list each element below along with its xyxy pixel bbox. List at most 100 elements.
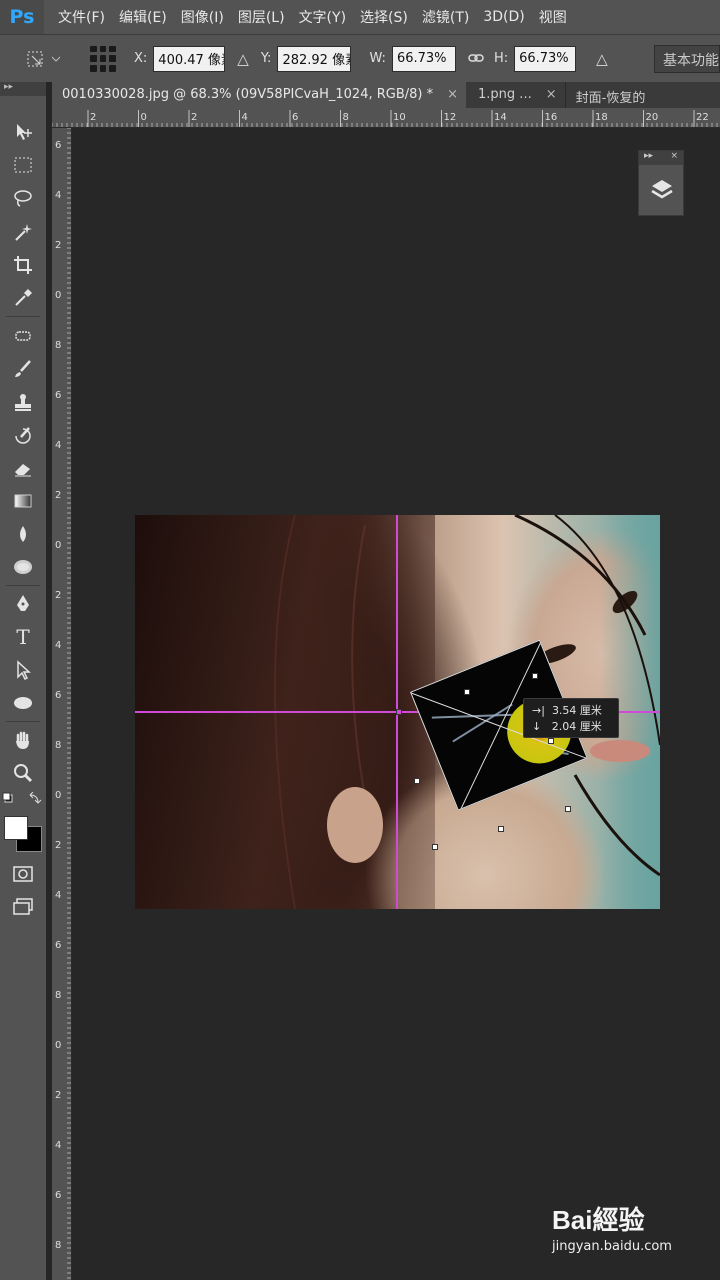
tools-panel-collapse[interactable]: ▸▸ — [0, 82, 46, 96]
ruler-label: 4 — [242, 112, 248, 123]
ruler-label: 10 — [393, 112, 406, 123]
watermark-logo: Bai經验 — [552, 1205, 645, 1235]
eyedropper-tool-icon[interactable] — [8, 284, 38, 312]
width-field[interactable]: 66.73% — [391, 45, 456, 72]
offset-y-icon: ↓ — [532, 720, 542, 733]
ruler-label: 2 — [55, 590, 61, 601]
ruler-label: 2 — [55, 490, 61, 501]
ruler-label: 8 — [55, 340, 61, 351]
link-icon[interactable] — [468, 50, 484, 68]
relative-position-icon[interactable]: △ — [237, 50, 249, 68]
screen-mode-icon[interactable] — [8, 893, 38, 921]
marquee-tool-icon[interactable] — [8, 151, 38, 179]
transform-handle[interactable] — [498, 826, 504, 832]
offset-x-value: 3.54 厘米 — [551, 704, 602, 717]
panel-expand-icon[interactable]: ▸▸ — [644, 151, 653, 165]
ruler-label: 6 — [55, 690, 61, 701]
ruler-label: 8 — [55, 740, 61, 751]
y-label: Y: — [260, 51, 272, 66]
magic-wand-tool-icon[interactable] — [8, 218, 38, 246]
tab-document-active[interactable]: 0010330028.jpg @ 68.3% (09V58PICvaH_1024… — [52, 82, 467, 108]
ruler-label: 12 — [444, 112, 457, 123]
move-tool-icon[interactable] — [8, 118, 38, 146]
offset-y-value: 2.04 厘米 — [551, 720, 602, 733]
menu-layer[interactable]: 图层(L) — [224, 7, 285, 27]
tool-preset-picker[interactable] — [22, 44, 72, 74]
ruler-ticks: 642086420246802468024680 — [55, 128, 71, 1279]
ruler-label: 4 — [55, 890, 61, 901]
ruler-label: 6 — [55, 940, 61, 951]
ruler-label: 4 — [55, 440, 61, 451]
ruler-label: 0 — [55, 790, 61, 801]
type-tool-icon[interactable]: T — [8, 623, 38, 651]
transform-handle[interactable] — [432, 844, 438, 850]
path-selection-tool-icon[interactable] — [8, 656, 38, 684]
lasso-tool-icon[interactable] — [8, 184, 38, 212]
transform-handle[interactable] — [565, 806, 571, 812]
vertical-ruler[interactable]: 642086420246802468024680 — [52, 128, 72, 1280]
lightning-bolt — [452, 703, 513, 743]
menu-select[interactable]: 选择(S) — [346, 7, 408, 27]
zoom-tool-icon[interactable] — [8, 759, 38, 787]
clone-stamp-tool-icon[interactable] — [8, 388, 38, 416]
tab-label: 1.png ... — [478, 87, 532, 102]
ruler-label: 0 — [55, 1040, 61, 1051]
ruler-label: 22 — [696, 112, 709, 123]
offset-x-icon: →| — [532, 704, 545, 717]
tab-close-icon[interactable]: × — [447, 87, 458, 108]
x-label: X: — [134, 51, 148, 66]
panel-close-icon[interactable]: × — [670, 151, 678, 165]
menu-type[interactable]: 文字(Y) — [285, 7, 346, 27]
tab-document-cover[interactable]: 封面-恢复的 — [564, 82, 654, 108]
ruler-label: 18 — [595, 112, 608, 123]
hand-tool-icon[interactable] — [8, 726, 38, 754]
menu-image[interactable]: 图像(I) — [167, 7, 224, 27]
layers-icon[interactable] — [639, 165, 685, 215]
x-position-field[interactable]: 400.47 像素 — [153, 45, 226, 72]
crop-tool-icon[interactable] — [8, 251, 38, 279]
workspace-selector[interactable]: 基本功能 — [654, 45, 720, 73]
transform-handle[interactable] — [396, 709, 402, 715]
ruler-label: 8 — [55, 990, 61, 1001]
history-brush-tool-icon[interactable] — [8, 421, 38, 449]
eraser-tool-icon[interactable] — [8, 454, 38, 482]
transform-tool-icon — [27, 51, 61, 66]
ruler-label: 0 — [141, 112, 147, 123]
transform-handle[interactable] — [548, 738, 554, 744]
reference-point-locator[interactable] — [90, 45, 116, 72]
tab-close-icon[interactable]: × — [546, 87, 557, 108]
dodge-tool-icon[interactable] — [8, 553, 38, 581]
pen-tool-icon[interactable] — [8, 590, 38, 618]
horizontal-ruler[interactable]: 2 0 2 4 6 8 10 12 14 16 18 20 22 — [52, 108, 720, 128]
gradient-tool-icon[interactable] — [8, 487, 38, 515]
brush-tool-icon[interactable] — [8, 355, 38, 383]
menu-bar: Ps 文件(F) 编辑(E) 图像(I) 图层(L) 文字(Y) 选择(S) 滤… — [0, 0, 720, 34]
blur-tool-icon[interactable] — [8, 520, 38, 548]
ruler-label: 0 — [55, 290, 61, 301]
menu-filter[interactable]: 滤镜(T) — [408, 7, 469, 27]
menu-edit[interactable]: 编辑(E) — [105, 7, 167, 27]
ruler-label: 6 — [55, 390, 61, 401]
ellipse-tool-icon[interactable] — [8, 689, 38, 717]
offset-x-row: →| 3.54 厘米 — [532, 703, 618, 719]
menu-3d[interactable]: 3D(D) — [469, 9, 524, 25]
transform-handle[interactable] — [464, 689, 470, 695]
ruler-label: 16 — [545, 112, 558, 123]
height-field[interactable]: 66.73% — [514, 45, 577, 72]
swap-colors-icon[interactable] — [2, 790, 42, 810]
menu-view[interactable]: 视图 — [525, 7, 567, 27]
tools-panel: ▸▸ T — [0, 82, 46, 1280]
menu-file[interactable]: 文件(F) — [44, 7, 105, 27]
transform-handle[interactable] — [414, 778, 420, 784]
foreground-color-swatch[interactable] — [4, 816, 28, 840]
y-position-field[interactable]: 282.92 像素 — [277, 45, 352, 72]
healing-brush-tool-icon[interactable] — [8, 322, 38, 350]
quick-mask-icon[interactable] — [8, 860, 38, 888]
tab-label: 封面-恢复的 — [575, 91, 646, 106]
transform-handle[interactable] — [532, 673, 538, 679]
tab-document-png[interactable]: 1.png ... × — [466, 82, 565, 108]
ruler-label: 2 — [55, 840, 61, 851]
ruler-label: 4 — [55, 1140, 61, 1151]
ruler-label: 4 — [55, 640, 61, 651]
document-tabs: 0010330028.jpg @ 68.3% (09V58PICvaH_1024… — [52, 82, 720, 108]
